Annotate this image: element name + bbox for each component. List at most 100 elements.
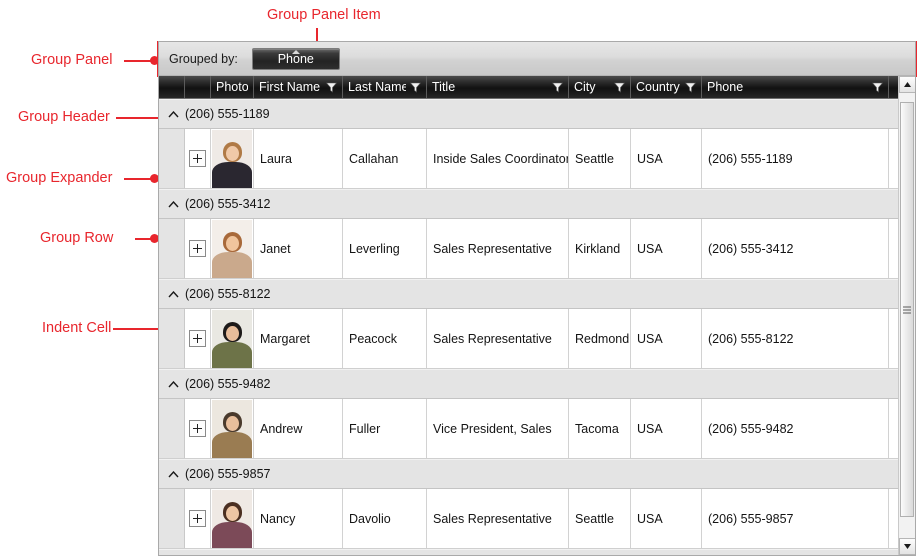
annotation-label-group-header: Group Header	[18, 109, 110, 125]
plus-icon[interactable]	[189, 240, 206, 257]
cell-photo	[211, 489, 254, 548]
cell-phone: (206) 555-9482	[702, 399, 889, 458]
scrollbar-thumb[interactable]	[900, 102, 914, 517]
group-panel-item-phone[interactable]: Phone	[251, 47, 340, 70]
group-header-row[interactable]: (206) 555-3412	[159, 189, 915, 219]
column-header-city[interactable]: City	[569, 76, 631, 98]
cell-last-name: Leverling	[343, 219, 427, 278]
group-header-row[interactable]: (206) 555-9857	[159, 459, 915, 489]
row-expand-button[interactable]	[185, 309, 211, 368]
row-expand-button[interactable]	[185, 129, 211, 188]
filter-funnel-icon	[872, 82, 883, 93]
column-header-country[interactable]: Country	[631, 76, 702, 98]
table-row[interactable]: Nancy Davolio Sales Representative Seattle U…	[159, 489, 915, 549]
annotation-label-group-expander: Group Expander	[6, 170, 113, 186]
annotation-label-group-panel-item: Group Panel Item	[267, 7, 381, 23]
group-header-row[interactable]: (71) 555-4444	[159, 549, 915, 555]
annotation-label-group-panel: Group Panel	[31, 52, 113, 68]
group-panel[interactable]: Grouped by: Phone	[159, 42, 915, 76]
column-header-last_name[interactable]: Last Name	[343, 76, 427, 98]
group-header-row[interactable]: (206) 555-1189	[159, 99, 915, 129]
cell-city: Kirkland	[569, 219, 631, 278]
cell-photo	[211, 129, 254, 188]
scroll-down-icon[interactable]	[899, 538, 915, 555]
table-row[interactable]: Janet Leverling Sales Representative Kirkla…	[159, 219, 915, 279]
cell-country: USA	[631, 309, 702, 368]
group-panel-item-label: Phone	[277, 51, 314, 66]
filter-funnel-icon	[410, 82, 421, 93]
data-grid[interactable]: Grouped by: Phone Photo First Name Last Na…	[158, 41, 916, 556]
cell-phone: (206) 555-1189	[702, 129, 889, 188]
avatar	[212, 220, 252, 278]
column-header-label-photo: Photo	[216, 80, 248, 94]
table-row[interactable]: Andrew Fuller Vice President, Sales Tacoma U…	[159, 399, 915, 459]
column-header-label-country: Country	[636, 80, 680, 94]
column-header-photo[interactable]: Photo	[211, 76, 254, 98]
avatar	[212, 130, 252, 188]
column-header-phone[interactable]: Phone	[702, 76, 889, 98]
cell-phone: (206) 555-8122	[702, 309, 889, 368]
column-header-label-title: Title	[432, 80, 456, 94]
indent-cell	[159, 129, 185, 188]
filter-funnel-icon	[614, 82, 625, 93]
avatar	[212, 490, 252, 548]
cell-first-name: Janet	[254, 219, 343, 278]
scrollbar-track[interactable]	[899, 93, 915, 538]
cell-photo	[211, 399, 254, 458]
plus-icon[interactable]	[189, 510, 206, 527]
cell-first-name: Laura	[254, 129, 343, 188]
chevron-up-icon[interactable]	[165, 196, 181, 212]
cell-city: Redmond	[569, 309, 631, 368]
vertical-scrollbar[interactable]	[898, 76, 915, 555]
annotation-leader-indent-cell	[113, 328, 161, 330]
column-header-label-first_name: First Name	[259, 80, 321, 94]
cell-title: Sales Representative	[427, 489, 569, 548]
thumb-grip-icon	[903, 306, 911, 313]
column-header-label-city: City	[574, 80, 596, 94]
cell-first-name: Margaret	[254, 309, 343, 368]
indent-cell	[159, 399, 185, 458]
cell-city: Tacoma	[569, 399, 631, 458]
row-expand-button[interactable]	[185, 219, 211, 278]
cell-title: Vice President, Sales	[427, 399, 569, 458]
cell-first-name: Andrew	[254, 399, 343, 458]
row-expand-button[interactable]	[185, 399, 211, 458]
column-header-first_name[interactable]: First Name	[254, 76, 343, 98]
cell-last-name: Davolio	[343, 489, 427, 548]
column-header-title[interactable]: Title	[427, 76, 569, 98]
scroll-up-icon[interactable]	[899, 76, 915, 93]
indent-cell	[159, 219, 185, 278]
grouped-by-label: Grouped by:	[169, 51, 238, 66]
cell-country: USA	[631, 129, 702, 188]
group-header-row[interactable]: (206) 555-9482	[159, 369, 915, 399]
sort-ascending-icon	[291, 49, 300, 54]
column-header-expander[interactable]	[185, 76, 211, 98]
filter-funnel-icon	[552, 82, 563, 93]
chevron-up-icon[interactable]	[165, 376, 181, 392]
cell-city: Seattle	[569, 489, 631, 548]
chevron-up-icon[interactable]	[165, 106, 181, 122]
cell-photo	[211, 219, 254, 278]
cell-photo	[211, 309, 254, 368]
group-header-row[interactable]: (206) 555-8122	[159, 279, 915, 309]
annotation-label-group-row: Group Row	[40, 230, 114, 246]
table-row[interactable]: Laura Callahan Inside Sales Coordinator Sea…	[159, 129, 915, 189]
plus-icon[interactable]	[189, 330, 206, 347]
avatar	[212, 310, 252, 368]
row-expand-button[interactable]	[185, 489, 211, 548]
cell-phone: (206) 555-9857	[702, 489, 889, 548]
chevron-up-icon[interactable]	[165, 286, 181, 302]
cell-last-name: Peacock	[343, 309, 427, 368]
table-row[interactable]: Margaret Peacock Sales Representative Redmo…	[159, 309, 915, 369]
cell-title: Inside Sales Coordinator	[427, 129, 569, 188]
filter-funnel-icon	[685, 82, 696, 93]
group-header-label: (206) 555-9482	[185, 377, 271, 391]
column-header-indent[interactable]	[159, 76, 185, 98]
chevron-up-icon[interactable]	[165, 466, 181, 482]
plus-icon[interactable]	[189, 150, 206, 167]
cell-country: USA	[631, 489, 702, 548]
group-header-label: (206) 555-8122	[185, 287, 271, 301]
grid-body[interactable]: (206) 555-1189 Laura Callahan Inside Sales …	[159, 99, 915, 555]
plus-icon[interactable]	[189, 420, 206, 437]
cell-country: USA	[631, 219, 702, 278]
